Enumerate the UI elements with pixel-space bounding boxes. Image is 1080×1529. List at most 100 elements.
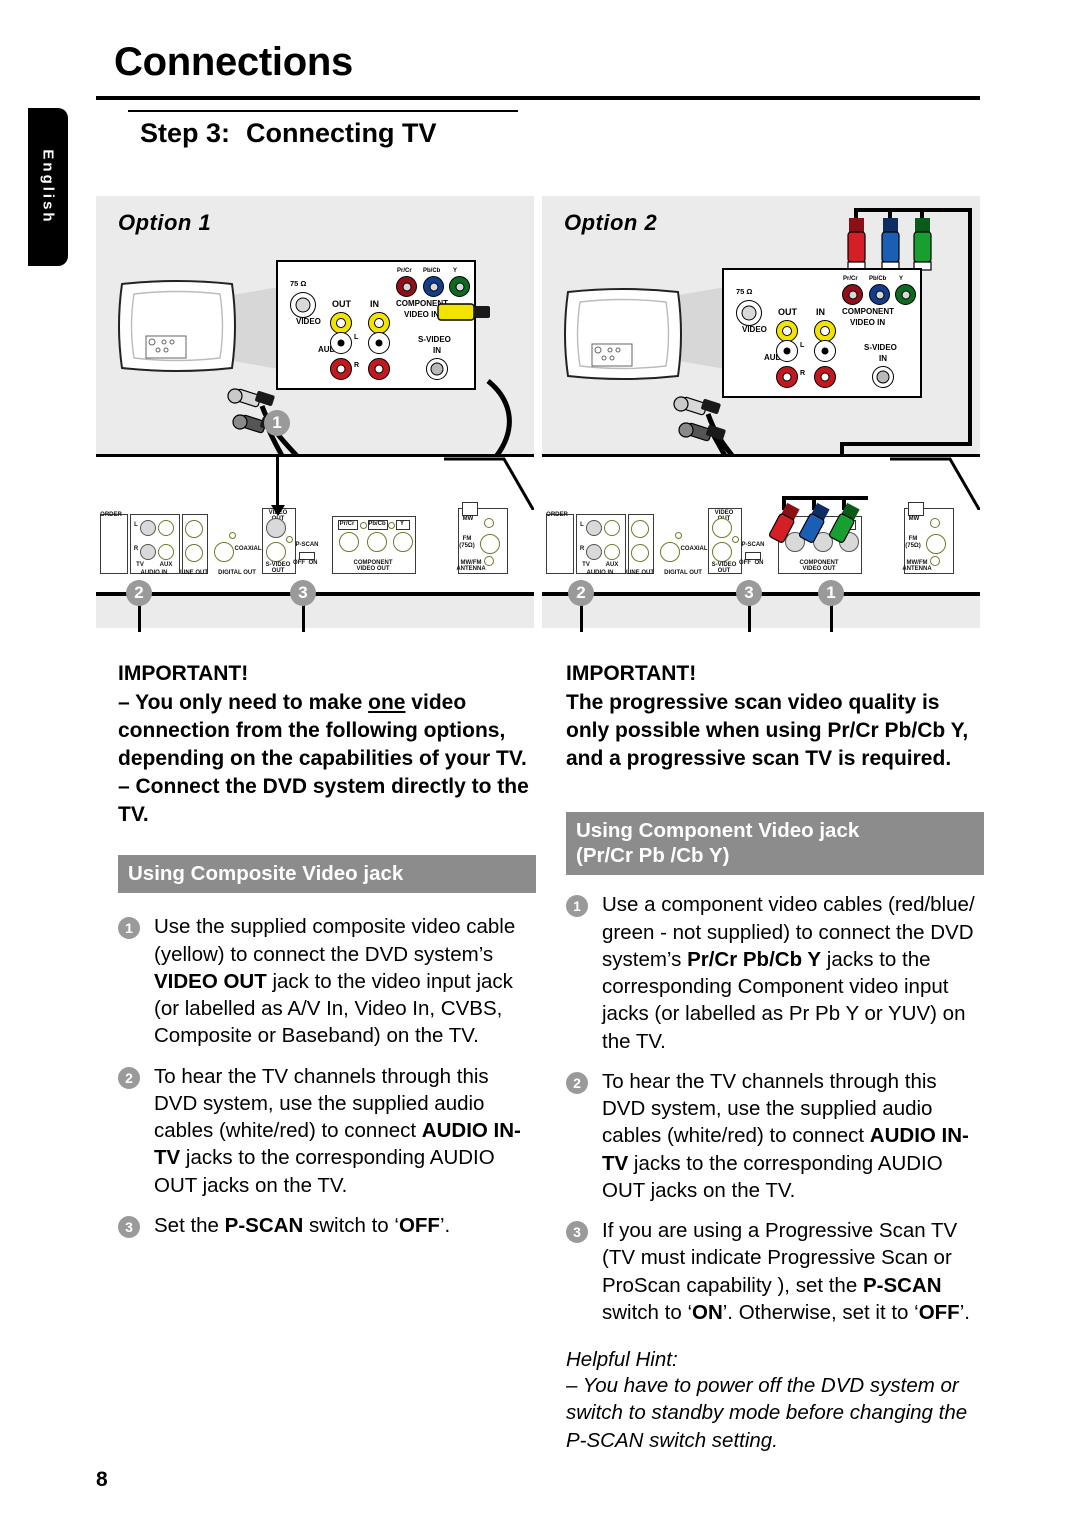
dvd-audio-in-label-1: AUDIO IN [140,570,168,576]
right-important-body: The progressive scan video quality is on… [566,690,969,770]
tv-audio-l-jack-2 [776,340,798,362]
option-2-label: Option 2 [564,210,658,235]
tv-y-label-2: Y [899,276,904,282]
tv-component-pb-jack-1 [423,276,444,297]
tv-illustration [116,278,238,374]
callout-bubble-1a: 1 [264,410,290,436]
dvd-audio-l-2: L [580,522,584,528]
tv-prcr-label-2: Pr/Cr [843,276,858,282]
right-section-bar-line2: (Pr/Cr Pb /Cb Y) [576,844,730,868]
dvd-comp-pr-1: Pr/Cr [339,521,355,527]
step-text: To hear the TV channels through this DVD… [602,1070,969,1202]
list-item: 2 To hear the TV channels through this D… [118,1063,536,1199]
dvd-line-out-label-2: LINE OUT [626,570,654,576]
dvd-svideo-out-label-2: S-VIDEO OUT [711,562,737,575]
dvd-fm-label-1: FM [462,536,472,542]
callout-bubble-3: 3 [290,580,316,606]
tv-video-in-jack-1 [368,312,390,334]
dvd-pscan-switch-1[interactable] [299,552,315,560]
callout-bubble-2-b: 3 [736,580,762,606]
step-bullet: 1 [118,917,140,940]
diagram-option-2: Option 2 75 Ω OUT IN VIDEO L AUDIO R Pr/… [542,196,980,632]
step-title: Step 3: Connecting TV [140,118,437,149]
step-text-part: VIDEO OUT [154,969,267,993]
step-text: Use the supplied composite video cable (… [154,915,515,1047]
step-text-part: jacks to the corresponding AUDIO OUT jac… [154,1146,495,1197]
callout-bubble-2: 2 [126,580,152,606]
left-important-heading: IMPORTANT! [118,662,249,685]
tv-prcr-label-1: Pr/Cr [397,268,412,274]
tv-component-sub-1: VIDEO IN [404,310,440,319]
list-item: 3 Set the P-SCAN switch to ‘OFF’. [118,1212,536,1239]
dvd-comp-y-1: Y [399,521,404,527]
dvd-antenna-label-1: MW/FM ANTENNA [456,560,486,573]
option-1-label: Option 1 [118,210,212,235]
callout-bubble-2-c: 1 [818,580,844,606]
dvd-fm-ohm-1: (75Ω) [459,543,475,549]
step-text-part: ’. Otherwise, set it to ‘ [722,1300,919,1324]
dvd-fm-ohm-2: (75Ω) [905,543,921,549]
dvd-audio-r-1: R [133,546,139,552]
tv-video-out-jack-1 [330,312,352,334]
step-text-part: ’. [439,1213,451,1237]
tv-component-pb-jack-2 [869,284,890,305]
tv-rear-panel-1: 75 Ω OUT IN VIDEO L AUDIO R Pr/Cr Pb/Cb … [276,260,476,390]
tv-audio-r-in-jack-2 [814,366,836,388]
step-text: To hear the TV channels through this DVD… [154,1065,521,1197]
tv-video-label-2: VIDEO [742,325,767,334]
step-text-part: switch to ‘ [303,1213,399,1237]
callout-arrow-video-out-1 [270,456,285,516]
dvd-aux-label-2: AUX [605,562,619,568]
dvd-coaxial-label-2: COAXIAL [680,546,708,552]
tv-component-pr-jack-1 [396,276,417,297]
left-important-line1-pre: – You only need to make [118,690,369,714]
tv-audio-l-1: L [354,334,359,341]
dvd-aux-label-1: AUX [159,562,173,568]
step-rule [128,110,518,112]
step-number: Step 3: [140,118,231,148]
tv-video-out-jack-2 [776,320,798,342]
left-important-line1: – You only need to make one video connec… [118,689,536,773]
tv-audio-l-2: L [800,342,805,349]
diagram-option-1: Option 1 75 Ω OUT IN VIDEO L AUDIO R Pr/… [96,196,534,632]
dvd-audio-r-2: R [579,546,585,552]
tv-audio-r-jack-1 [330,358,352,380]
dvd-audio-in-label-2: AUDIO IN [586,570,614,576]
tv-component-title-2: COMPONENT [842,307,894,316]
right-section-bar: Using Component Video jack (Pr/Cr Pb /Cb… [566,812,984,876]
dvd-line-out-label-1: LINE OUT [180,570,208,576]
step-bullet: 3 [566,1221,588,1244]
tv-component-y-jack-1 [449,276,470,297]
dvd-svideo-out-label-1: S-VIDEO OUT [265,562,291,575]
dvd-pscan-label-1: P-SCAN [295,542,319,548]
tv-audio-r-1: R [354,362,360,369]
tv-audio-l-jack-1 [330,332,352,354]
tv-svideo-jack-2 [872,366,894,388]
tv-pbcb-label-1: Pb/Cb [423,268,441,274]
dvd-pscan-on-1: ON [308,560,318,566]
dvd-pscan-switch-2[interactable] [745,552,761,560]
right-text-column: IMPORTANT! The progressive scan video qu… [566,660,984,1454]
step-text-part: P-SCAN [224,1213,304,1237]
list-item: 3 If you are using a Progressive Scan TV… [566,1217,984,1326]
helpful-hint-title: Helpful Hint: [566,1348,678,1372]
tv-audio-l-in-jack-1 [368,332,390,354]
tv-pbcb-label-2: Pb/Cb [869,276,887,282]
tv-rear-panel-2: 75 Ω OUT IN VIDEO L AUDIO R Pr/Cr Pb/Cb … [722,268,922,398]
list-item: 2 To hear the TV channels through this D… [566,1068,984,1204]
left-section-bar: Using Composite Video jack [118,855,536,894]
dvd-pscan-label-2: P-SCAN [741,542,765,548]
dvd-component-out-label-1: COMPONENT VIDEO OUT [353,560,393,573]
dvd-tv-label-1: TV [136,562,144,568]
tv-svideo-title-2: S-VIDEO [864,343,897,352]
right-section-bar-line1: Using Component Video jack [576,819,860,843]
dvd-audio-l-1: L [134,522,138,528]
tv-audio-r-2: R [800,370,806,377]
tv-audio-l-in-jack-2 [814,340,836,362]
dvd-recorder-label-1: ORDER [100,512,122,518]
step-text-part: Pr/Cr Pb/Cb Y [687,947,822,971]
tv-y-label-1: Y [453,268,458,274]
step-text-part: jacks to the corresponding AUDIO OUT jac… [602,1151,943,1202]
tv-component-title-1: COMPONENT [396,299,448,308]
dvd-rear-panel-1: ORDER L R TV AUX AUDIO IN LINE OUT COAXI… [96,502,534,596]
